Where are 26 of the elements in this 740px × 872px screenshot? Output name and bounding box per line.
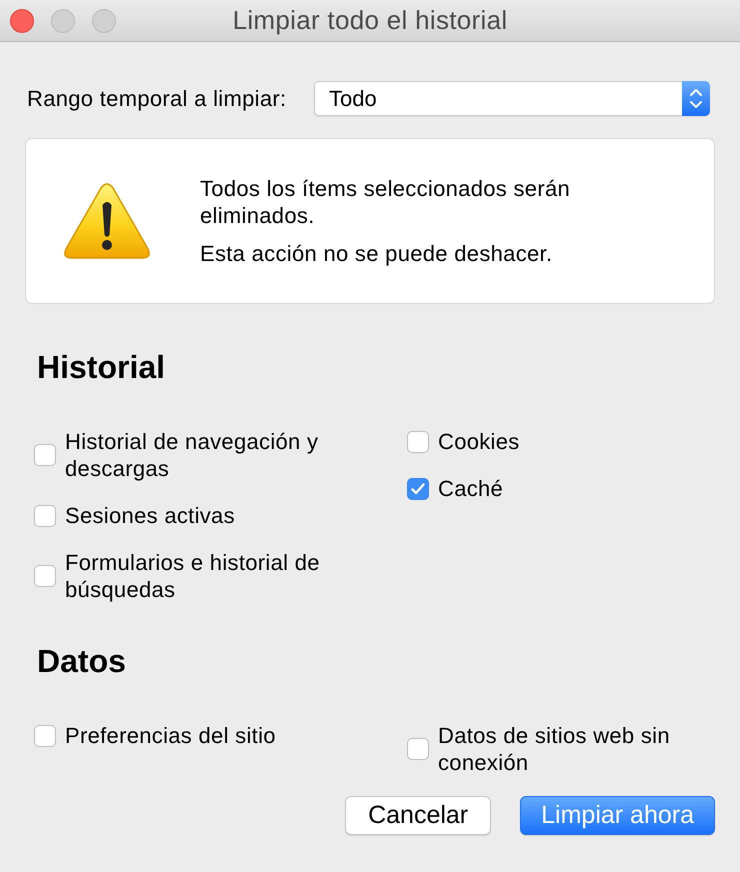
checkbox[interactable] bbox=[34, 565, 56, 587]
warning-message: Esta acción no se puede deshacer. bbox=[200, 240, 554, 267]
stepper-icon bbox=[682, 81, 710, 116]
checkbox-label: Historial de navegación y descargas bbox=[65, 428, 320, 482]
checkbox[interactable] bbox=[34, 504, 56, 526]
checkbox-label: Datos de sitios web sin conexión bbox=[438, 722, 671, 776]
section-heading: Datos bbox=[37, 643, 127, 679]
close-button[interactable] bbox=[10, 8, 34, 32]
window-title: Limpiar todo el historial bbox=[232, 5, 508, 36]
checkbox-label: Cookies bbox=[438, 428, 521, 455]
checkbox[interactable] bbox=[34, 724, 56, 746]
warning-icon bbox=[63, 181, 151, 261]
time-range-label: Rango temporal a limpiar: bbox=[27, 86, 286, 112]
checkbox-label: Caché bbox=[438, 475, 504, 502]
checkbox-label: Formularios e historial de búsquedas bbox=[65, 549, 321, 603]
checkmark-icon bbox=[411, 482, 425, 494]
warning-message: Todos los ítems seleccionados serán eliminados. bbox=[200, 175, 572, 229]
checkbox[interactable] bbox=[34, 444, 56, 466]
checkbox[interactable] bbox=[407, 430, 429, 452]
checkbox[interactable] bbox=[407, 478, 429, 500]
checkbox-label: Preferencias del sitio bbox=[65, 722, 277, 749]
section-heading: Historial bbox=[37, 349, 166, 385]
time-range-select[interactable]: Todo bbox=[314, 81, 710, 116]
checkbox[interactable] bbox=[407, 738, 429, 760]
checkbox-label: Sesiones activas bbox=[65, 502, 236, 529]
cancel-button[interactable]: Cancelar bbox=[345, 796, 492, 835]
